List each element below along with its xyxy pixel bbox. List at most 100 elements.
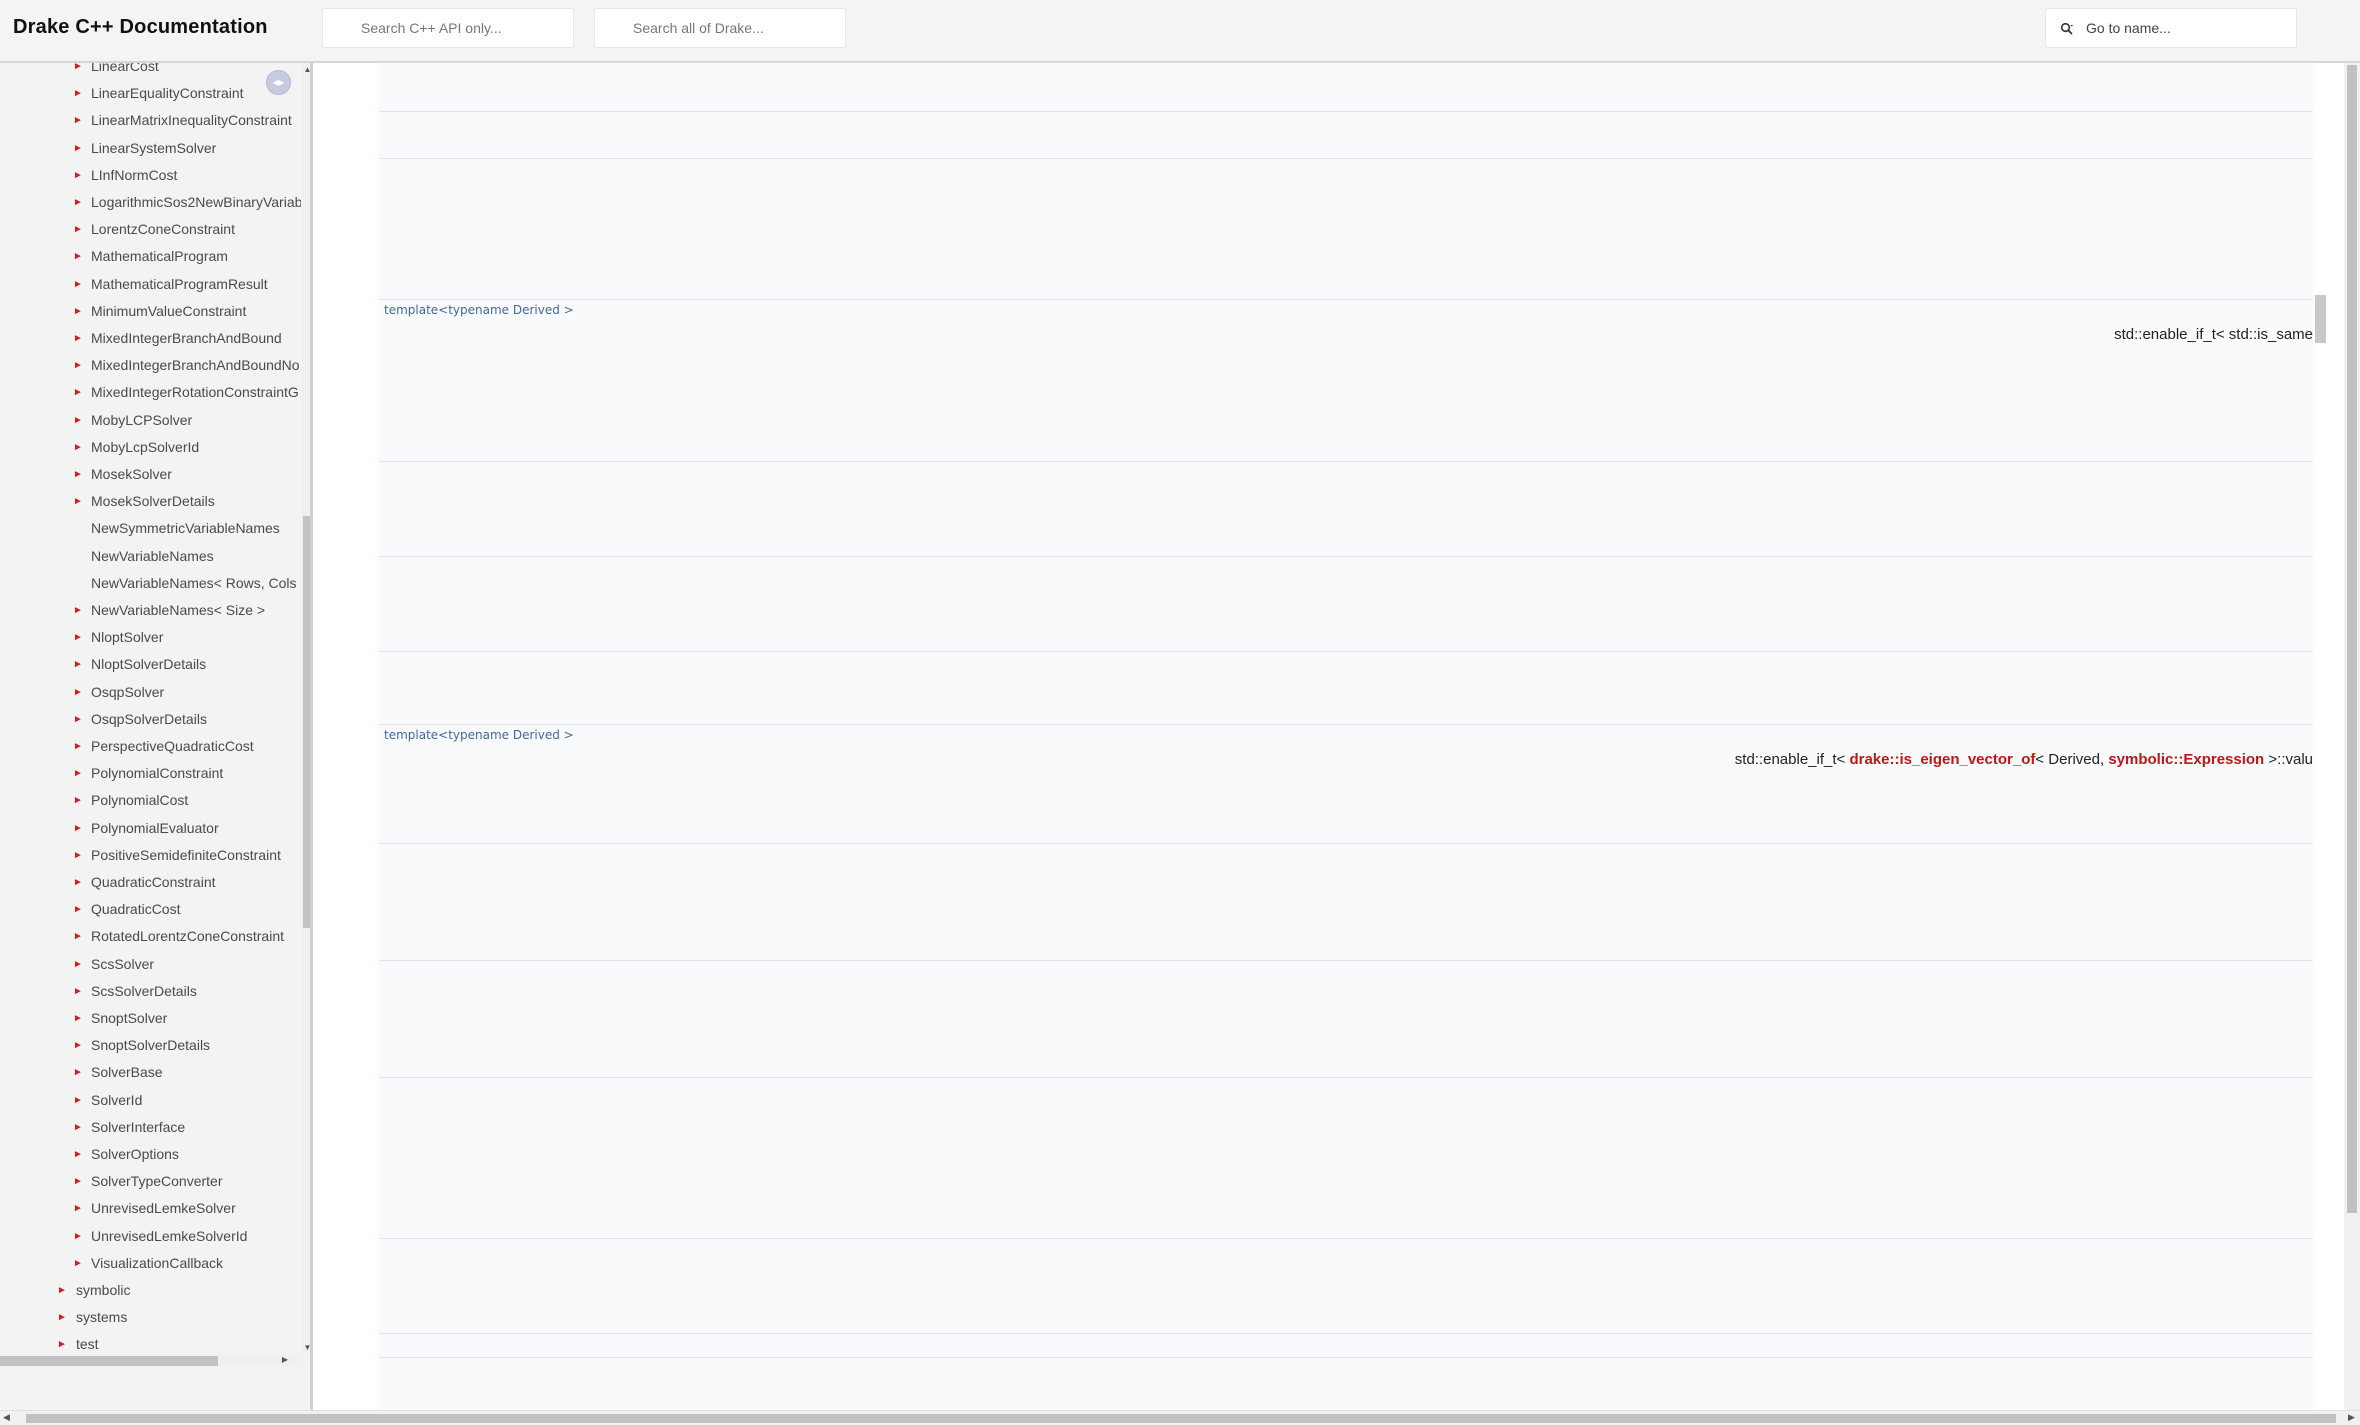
expand-arrow-icon[interactable]: ►	[72, 651, 84, 678]
expand-arrow-icon[interactable]: ►	[72, 1005, 84, 1032]
sidebar-horizontal-scrollbar[interactable]: ▶	[0, 1354, 302, 1366]
sidebar-item[interactable]: ► LInfNormCost	[0, 162, 301, 189]
sidebar-item[interactable]: ► PolynomialConstraint	[0, 760, 301, 787]
sidebar-item[interactable]: ► LinearCost	[0, 63, 301, 80]
scroll-left-arrow-icon[interactable]: ◀	[3, 1412, 10, 1423]
sidebar-item[interactable]: ► MobyLcpSolverId	[0, 434, 301, 461]
sidebar-item[interactable]: ► MosekSolver	[0, 461, 301, 488]
sidebar-item[interactable]: ► LinearSystemSolver	[0, 135, 301, 162]
sidebar-item[interactable]: ► ScsSolver	[0, 951, 301, 978]
sidebar-item[interactable]: ► MixedIntegerBranchAndBound	[0, 325, 301, 352]
search-drake-box[interactable]	[594, 8, 846, 48]
expand-arrow-icon[interactable]: ►	[72, 352, 84, 379]
sidebar-item[interactable]: ► SolverId	[0, 1087, 301, 1114]
sidebar-item[interactable]: ► MathematicalProgram	[0, 243, 301, 270]
expand-arrow-icon[interactable]: ►	[72, 189, 84, 216]
sidebar-vertical-scrollbar[interactable]: ▲ ▼	[302, 63, 310, 1353]
content-scroll-thumb[interactable]	[2315, 295, 2326, 343]
sidebar-item[interactable]: NewSymmetricVariableNames	[0, 515, 301, 542]
sidebar-item[interactable]: ► OsqpSolverDetails	[0, 706, 301, 733]
sidebar-item[interactable]: ► SolverBase	[0, 1059, 301, 1086]
sidebar-item[interactable]: ► PerspectiveQuadraticCost	[0, 733, 301, 760]
sidebar-item[interactable]: ► LinearMatrixInequalityConstraint	[0, 107, 301, 134]
expand-arrow-icon[interactable]: ►	[56, 1304, 68, 1331]
sidebar-item[interactable]: ► LogarithmicSos2NewBinaryVariab	[0, 189, 301, 216]
page-vertical-scrollbar[interactable]	[2344, 63, 2360, 1410]
sidebar-item[interactable]: ► SnoptSolver	[0, 1005, 301, 1032]
expand-arrow-icon[interactable]: ►	[72, 869, 84, 896]
page-horizontal-scrollbar[interactable]: ◀ ▶	[0, 1410, 2360, 1425]
expand-arrow-icon[interactable]: ►	[72, 243, 84, 270]
expand-arrow-icon[interactable]: ►	[72, 1250, 84, 1277]
sidebar-item[interactable]: ► UnrevisedLemkeSolver	[0, 1195, 301, 1222]
site-title[interactable]: Drake C++ Documentation	[13, 16, 268, 39]
expand-arrow-icon[interactable]: ►	[72, 162, 84, 189]
expand-arrow-icon[interactable]: ►	[72, 787, 84, 814]
expand-arrow-icon[interactable]: ►	[72, 1032, 84, 1059]
expand-arrow-icon[interactable]: ►	[72, 325, 84, 352]
sidebar-item[interactable]: ► VisualizationCallback	[0, 1250, 301, 1277]
sidebar-item[interactable]: ► SnoptSolverDetails	[0, 1032, 301, 1059]
sidebar-item[interactable]: ► MixedIntegerBranchAndBoundNo	[0, 352, 301, 379]
search-drake-input[interactable]	[595, 9, 845, 47]
sync-toggle-button[interactable]: ◂▸	[266, 70, 291, 95]
expand-arrow-icon[interactable]: ►	[56, 1277, 68, 1304]
scroll-right-arrow-icon[interactable]: ▶	[282, 1354, 288, 1366]
sidebar-item[interactable]: ► MobyLCPSolver	[0, 407, 301, 434]
expand-arrow-icon[interactable]: ►	[72, 896, 84, 923]
expand-arrow-icon[interactable]: ►	[72, 679, 84, 706]
expand-arrow-icon[interactable]: ►	[72, 1087, 84, 1114]
expand-arrow-icon[interactable]: ►	[72, 1114, 84, 1141]
expand-arrow-icon[interactable]: ►	[72, 216, 84, 243]
expand-arrow-icon[interactable]: ►	[72, 951, 84, 978]
sidebar-item[interactable]: ► PolynomialCost	[0, 787, 301, 814]
scroll-up-arrow-icon[interactable]: ▲	[303, 65, 310, 75]
scroll-right-arrow-icon[interactable]: ▶	[2348, 1412, 2355, 1423]
sidebar-item[interactable]: ► MosekSolverDetails	[0, 488, 301, 515]
goto-name-box[interactable]	[2045, 8, 2297, 48]
expand-arrow-icon[interactable]: ►	[72, 135, 84, 162]
search-api-box[interactable]	[322, 8, 574, 48]
expand-arrow-icon[interactable]: ►	[72, 271, 84, 298]
expand-arrow-icon[interactable]: ►	[72, 978, 84, 1005]
expand-arrow-icon[interactable]: ►	[72, 1223, 84, 1250]
sidebar-item[interactable]: ► MixedIntegerRotationConstraintG	[0, 379, 301, 406]
sidebar-item[interactable]: ► symbolic	[0, 1277, 301, 1304]
sidebar-item[interactable]: ► OsqpSolver	[0, 679, 301, 706]
expand-arrow-icon[interactable]: ►	[72, 706, 84, 733]
expand-arrow-icon[interactable]: ►	[72, 461, 84, 488]
sidebar-item[interactable]: ► SolverOptions	[0, 1141, 301, 1168]
sidebar-item[interactable]: ► MathematicalProgramResult	[0, 271, 301, 298]
expand-arrow-icon[interactable]: ►	[72, 733, 84, 760]
sidebar-item[interactable]: ► NewVariableNames< Size >	[0, 597, 301, 624]
expand-arrow-icon[interactable]: ►	[72, 298, 84, 325]
sidebar-item[interactable]: ► LinearEqualityConstraint	[0, 80, 301, 107]
sidebar-item[interactable]: ► SolverTypeConverter	[0, 1168, 301, 1195]
scroll-down-arrow-icon[interactable]: ▼	[303, 1343, 310, 1353]
expand-arrow-icon[interactable]: ►	[72, 488, 84, 515]
expand-arrow-icon[interactable]: ►	[72, 379, 84, 406]
symbolic-expression-link[interactable]: symbolic::Expression	[2108, 751, 2264, 768]
sidebar-item[interactable]: ► systems	[0, 1304, 301, 1331]
sidebar-item[interactable]: ► RotatedLorentzConeConstraint	[0, 923, 301, 950]
search-api-input[interactable]	[323, 9, 573, 47]
sidebar-item[interactable]: ► LorentzConeConstraint	[0, 216, 301, 243]
is-eigen-vector-of-link[interactable]: drake::is_eigen_vector_of	[1849, 751, 2035, 768]
sidebar-item[interactable]: ► MinimumValueConstraint	[0, 298, 301, 325]
sidebar-item[interactable]: NewVariableNames< Rows, Cols	[0, 570, 301, 597]
expand-arrow-icon[interactable]: ►	[72, 1141, 84, 1168]
sidebar-item[interactable]: ► NloptSolver	[0, 624, 301, 651]
sidebar-item[interactable]: ► QuadraticConstraint	[0, 869, 301, 896]
page-hscroll-thumb[interactable]	[26, 1414, 2336, 1423]
expand-arrow-icon[interactable]: ►	[72, 107, 84, 134]
expand-arrow-icon[interactable]: ►	[72, 597, 84, 624]
expand-arrow-icon[interactable]: ►	[72, 815, 84, 842]
expand-arrow-icon[interactable]: ►	[72, 842, 84, 869]
sidebar-scroll-thumb[interactable]	[303, 516, 310, 928]
expand-arrow-icon[interactable]: ►	[72, 760, 84, 787]
expand-arrow-icon[interactable]: ►	[72, 434, 84, 461]
expand-arrow-icon[interactable]: ►	[72, 80, 84, 107]
expand-arrow-icon[interactable]: ►	[72, 1059, 84, 1086]
sidebar-item[interactable]: ► ScsSolverDetails	[0, 978, 301, 1005]
goto-name-input[interactable]	[2046, 9, 2296, 47]
